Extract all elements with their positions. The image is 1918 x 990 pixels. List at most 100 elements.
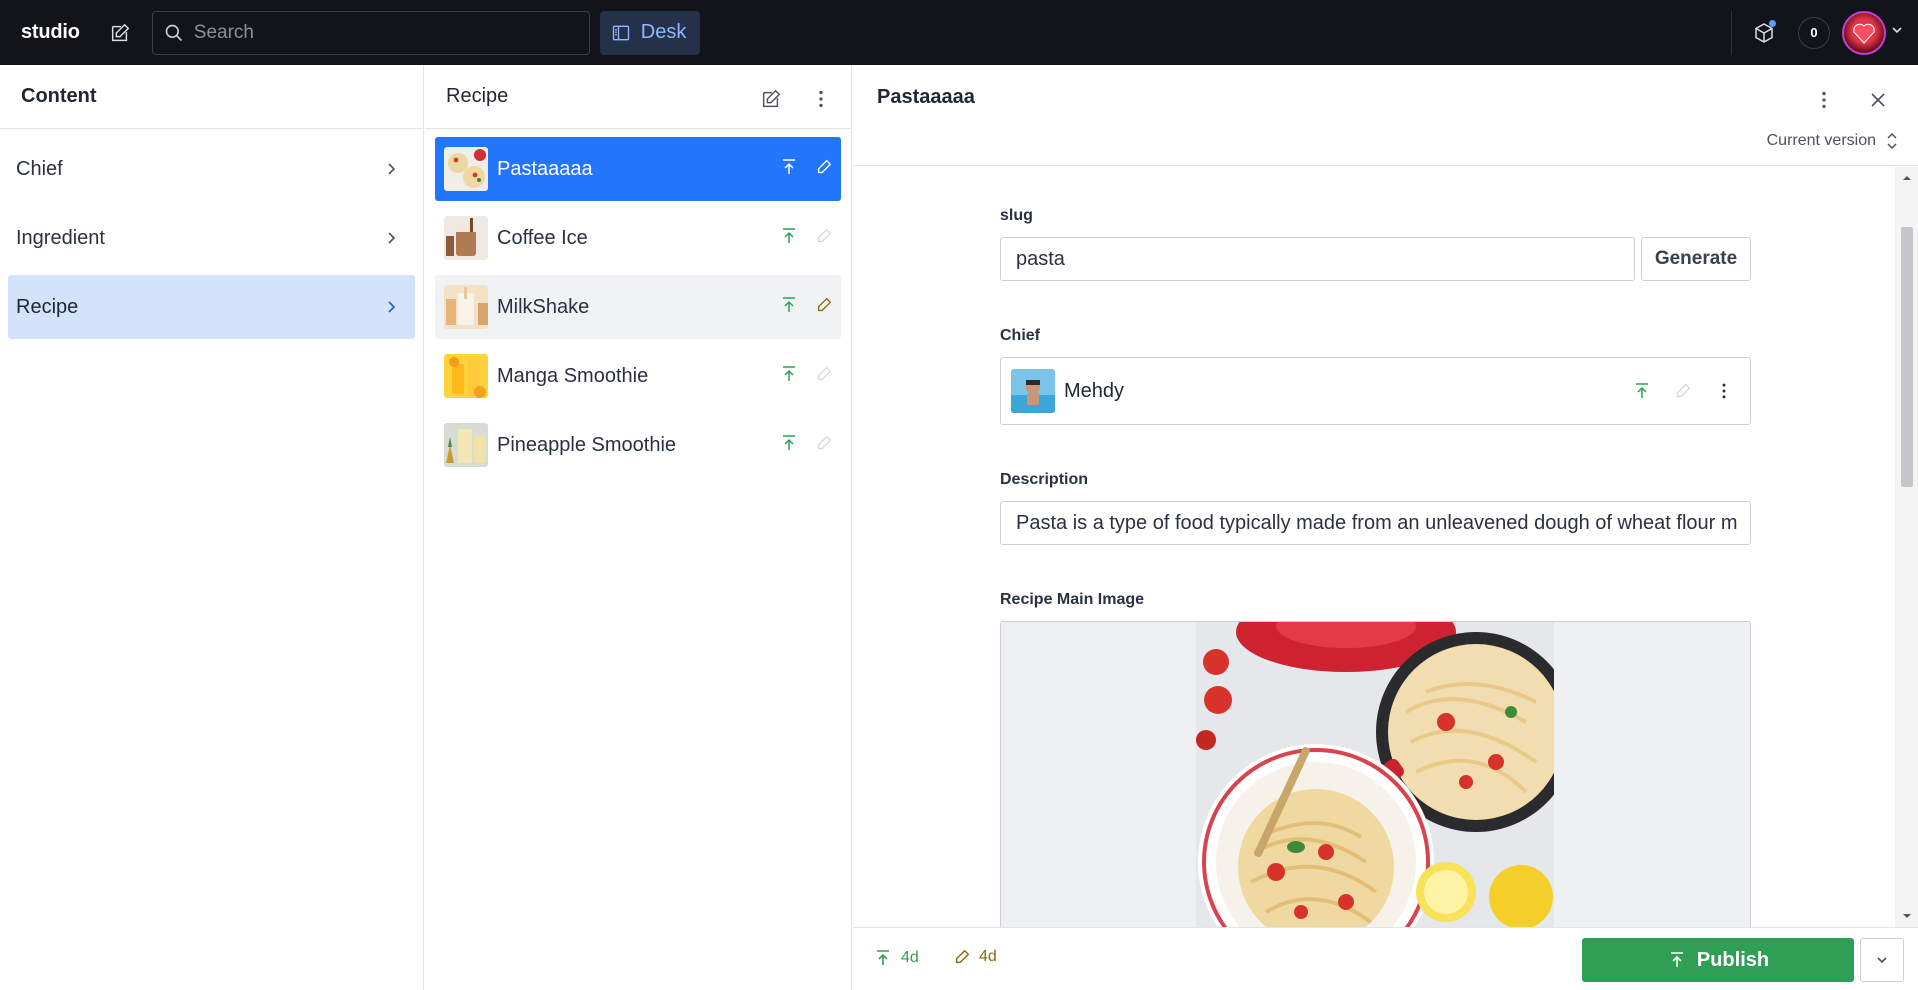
published-icon [1636, 383, 1648, 398]
published-icon [783, 228, 795, 243]
chief-avatar [1011, 369, 1055, 413]
top-navbar: studio Desk 0 [0, 0, 1918, 65]
content-item-label: Ingredient [16, 226, 105, 249]
content-item-chief[interactable]: Chief [8, 137, 415, 201]
editor-scrollbar[interactable] [1895, 167, 1918, 927]
slug-label: slug [1000, 207, 1033, 224]
document-item-pastaaaaa[interactable]: Pastaaaaa [435, 137, 841, 201]
document-item-pineapple-smoothie[interactable]: Pineapple Smoothie [435, 413, 841, 477]
version-selector[interactable]: Current version [1767, 131, 1898, 151]
chevron-right-icon [388, 232, 396, 244]
user-avatar[interactable] [1842, 10, 1886, 55]
content-pane-header: Content [0, 65, 423, 129]
content-item-label: Chief [16, 157, 63, 180]
more-options-icon[interactable] [1804, 80, 1844, 120]
new-document-icon[interactable] [751, 79, 791, 119]
slug-field: slug pasta Generate [1000, 207, 1751, 281]
content-pane-title: Content [21, 85, 97, 107]
published-status[interactable]: 4d [873, 948, 919, 968]
edit-icon [817, 366, 832, 381]
search-field[interactable] [151, 10, 590, 55]
version-label: Current version [1766, 132, 1876, 149]
main-image-preview[interactable] [1000, 621, 1751, 927]
description-field: Description Pasta is a type of food typi… [1000, 471, 1751, 545]
publish-icon [1670, 952, 1683, 967]
content-pane: Content Chief Ingredient Recipe [0, 65, 424, 990]
recipe-pane-header: Recipe [425, 65, 851, 129]
editor-form: slug pasta Generate Chief Mehdy Descript… [853, 167, 1895, 927]
chevron-right-icon [388, 163, 396, 175]
edit-icon [817, 159, 832, 174]
pasta-image [1196, 622, 1554, 927]
document-editor-pane: Pastaaaaa Current version slug pasta Gen… [853, 65, 1918, 990]
document-title: Pastaaaaa [877, 86, 975, 108]
update-dot [1769, 19, 1776, 27]
document-label: Pastaaaaa [497, 157, 593, 180]
edit-icon [817, 297, 832, 312]
document-thumbnail [444, 354, 488, 398]
edited-time: 4d [979, 948, 997, 965]
published-icon [877, 950, 889, 965]
published-icon [783, 297, 795, 312]
document-list: Pastaaaaa Coffee Ice MilkShake Manga Smo… [425, 129, 851, 490]
editor-footer: 4d 4d Publish [853, 927, 1918, 990]
edit-icon [817, 228, 832, 243]
document-thumbnail [444, 285, 488, 329]
search-icon [165, 24, 182, 41]
document-item-coffee-ice[interactable]: Coffee Ice [435, 206, 841, 270]
desk-icon [612, 25, 629, 40]
editor-header: Pastaaaaa Current version [853, 65, 1918, 166]
edit-icon [1676, 383, 1691, 398]
content-item-ingredient[interactable]: Ingredient [8, 206, 415, 270]
chief-reference[interactable]: Mehdy [1000, 357, 1751, 425]
document-thumbnail [444, 216, 488, 260]
chevron-up-down-icon [1887, 132, 1897, 150]
recipe-pane-title: Recipe [446, 85, 509, 107]
desk-tool-button[interactable]: Desk [599, 10, 700, 55]
updates-button[interactable] [1742, 11, 1786, 55]
search-input[interactable] [193, 21, 574, 44]
more-options-icon[interactable] [1714, 381, 1734, 401]
document-label: MilkShake [497, 295, 590, 318]
document-label: Coffee Ice [497, 226, 588, 249]
published-time: 4d [901, 949, 919, 966]
edit-icon [817, 435, 832, 450]
compose-icon[interactable] [100, 13, 140, 53]
publish-button[interactable]: Publish [1582, 938, 1854, 982]
chevron-down-icon[interactable] [1890, 23, 1904, 42]
content-item-recipe[interactable]: Recipe [8, 275, 415, 339]
publish-label: Publish [1696, 948, 1770, 971]
chief-label: Chief [1000, 327, 1040, 344]
content-item-label: Recipe [16, 295, 79, 318]
chief-name: Mehdy [1064, 379, 1125, 402]
scrollbar-thumb[interactable] [1901, 227, 1913, 487]
generate-slug-button[interactable]: Generate [1641, 237, 1751, 281]
document-label: Manga Smoothie [497, 364, 649, 387]
edited-status[interactable]: 4d [953, 948, 997, 966]
more-actions-button[interactable] [1860, 938, 1904, 982]
desk-label: Desk [640, 21, 687, 43]
description-input[interactable]: Pasta is a type of food typically made f… [1000, 501, 1751, 545]
document-item-milkshake[interactable]: MilkShake [435, 275, 841, 339]
edit-icon [955, 949, 970, 964]
studio-logo[interactable]: studio [21, 21, 80, 44]
document-thumbnail [444, 147, 488, 191]
content-type-list: Chief Ingredient Recipe [0, 129, 423, 352]
notification-counter[interactable]: 0 [1798, 16, 1830, 49]
description-label: Description [1000, 471, 1089, 488]
document-item-manga-smoothie[interactable]: Manga Smoothie [435, 344, 841, 408]
published-icon [783, 435, 795, 450]
document-thumbnail [444, 423, 488, 467]
document-label: Pineapple Smoothie [497, 433, 677, 456]
more-options-icon[interactable] [801, 79, 841, 119]
chevron-down-icon [1877, 957, 1887, 964]
chief-field: Chief Mehdy [1000, 327, 1751, 425]
close-icon[interactable] [1858, 80, 1898, 120]
topbar-divider [1731, 10, 1732, 55]
main-image-field: Recipe Main Image [1000, 591, 1751, 927]
main-image-label: Recipe Main Image [1000, 591, 1145, 608]
recipe-pane: Recipe Pastaaaaa Coffee Ice MilkShake Ma… [425, 65, 852, 990]
published-icon [783, 159, 795, 174]
chevron-right-icon [388, 301, 396, 313]
slug-input[interactable]: pasta [1000, 237, 1635, 281]
